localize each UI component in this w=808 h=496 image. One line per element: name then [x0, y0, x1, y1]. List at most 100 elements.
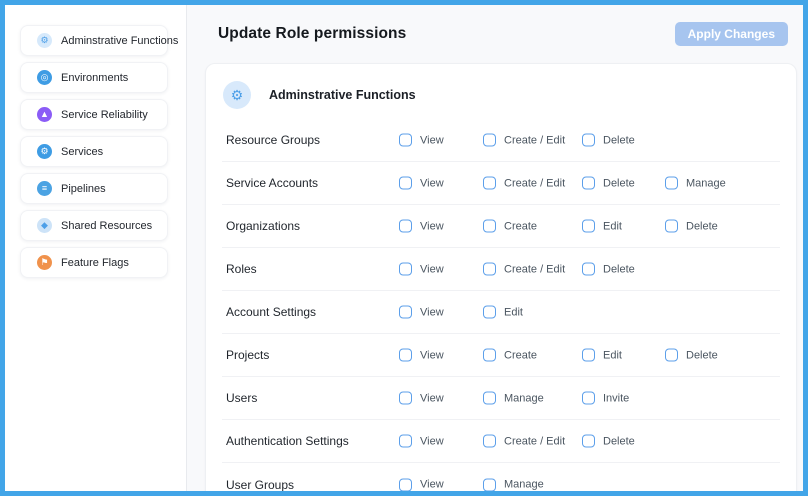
permission-option-projects-create[interactable]: Create [483, 349, 537, 362]
checkbox[interactable] [483, 478, 496, 491]
checkbox-label: Manage [686, 177, 726, 189]
sidebar-item-pipelines[interactable]: ≡Pipelines [20, 173, 168, 204]
permission-option-projects-edit[interactable]: Edit [582, 349, 622, 362]
diamond-icon: ◆ [37, 218, 52, 233]
permission-option-organizations-edit[interactable]: Edit [582, 220, 622, 233]
permission-rows: Resource GroupsViewCreate / EditDeleteSe… [222, 119, 780, 491]
checkbox-label: View [420, 306, 444, 318]
sidebar: ⚙Adminstrative Functions◎Environments▲Se… [5, 5, 187, 491]
checkbox[interactable] [399, 306, 412, 319]
globe-icon: ◎ [37, 70, 52, 85]
sidebar-item-adminstrative-functions[interactable]: ⚙Adminstrative Functions [20, 25, 168, 56]
checkbox[interactable] [483, 306, 496, 319]
checkbox[interactable] [483, 220, 496, 233]
checkbox[interactable] [665, 177, 678, 190]
sidebar-item-label: Shared Resources [61, 220, 152, 232]
permission-row-account-settings: Account SettingsViewEdit [222, 291, 780, 334]
permission-option-projects-view[interactable]: View [399, 349, 444, 362]
checkbox-label: Edit [603, 349, 622, 361]
permission-row-label: Service Accounts [226, 176, 318, 190]
permission-option-organizations-delete[interactable]: Delete [665, 220, 718, 233]
sidebar-item-feature-flags[interactable]: ⚑Feature Flags [20, 247, 168, 278]
checkbox[interactable] [399, 220, 412, 233]
checkbox[interactable] [399, 263, 412, 276]
checkbox-label: View [420, 435, 444, 447]
permission-option-authentication-settings-view[interactable]: View [399, 435, 444, 448]
permission-option-service-accounts-delete[interactable]: Delete [582, 177, 635, 190]
gear-icon: ⚙ [223, 81, 251, 109]
checkbox-label: Delete [603, 435, 635, 447]
permission-option-roles-create-edit[interactable]: Create / Edit [483, 263, 565, 276]
permission-option-organizations-view[interactable]: View [399, 220, 444, 233]
permission-row-service-accounts: Service Accounts View Create / Edit Delete M… [222, 162, 780, 205]
checkbox[interactable] [582, 435, 595, 448]
checkbox-label: Create / Edit [504, 435, 565, 447]
sidebar-item-label: Service Reliability [61, 109, 148, 121]
permission-option-service-accounts-create-edit[interactable]: Create / Edit [483, 177, 565, 190]
checkbox[interactable] [483, 177, 496, 190]
checkbox-label: View [420, 263, 444, 275]
checkbox-label: Create / Edit [504, 263, 565, 275]
sidebar-item-shared-resources[interactable]: ◆ Shared Resources [20, 210, 168, 241]
checkbox[interactable] [483, 435, 496, 448]
checkbox[interactable] [399, 392, 412, 405]
checkbox[interactable] [582, 134, 595, 147]
permission-option-users-invite[interactable]: Invite [582, 392, 629, 405]
shield-icon: ▲ [37, 107, 52, 122]
permission-option-user-groups-manage[interactable]: Manage [483, 478, 544, 491]
permission-row-label: Resource Groups [226, 133, 320, 147]
checkbox-label: Edit [603, 220, 622, 232]
checkbox[interactable] [483, 263, 496, 276]
permission-option-service-accounts-view[interactable]: View [399, 177, 444, 190]
checkbox[interactable] [399, 478, 412, 491]
checkbox-label: Delete [603, 263, 635, 275]
permission-option-account-settings-view[interactable]: View [399, 306, 444, 319]
sidebar-item-service-reliability[interactable]: ▲ Service Reliability [20, 99, 168, 130]
permission-option-authentication-settings-create-edit[interactable]: Create / Edit [483, 435, 565, 448]
main-panel: Update Role permissions Apply Changes ⚙ … [187, 5, 803, 491]
checkbox-label: Delete [603, 134, 635, 146]
checkbox[interactable] [483, 392, 496, 405]
permission-option-resource-groups-view[interactable]: View [399, 134, 444, 147]
permission-option-account-settings-edit[interactable]: Edit [483, 306, 523, 319]
checkbox[interactable] [665, 220, 678, 233]
checkbox[interactable] [582, 349, 595, 362]
permission-option-users-manage[interactable]: Manage [483, 392, 544, 405]
checkbox[interactable] [399, 134, 412, 147]
permissions-card: ⚙ Adminstrative Functions Resource Group… [205, 63, 797, 491]
permission-option-resource-groups-delete[interactable]: Delete [582, 134, 635, 147]
sidebar-item-environments[interactable]: ◎Environments [20, 62, 168, 93]
sidebar-item-label: Adminstrative Functions [61, 35, 178, 47]
gear-icon: ⚙ [37, 33, 52, 48]
permission-option-projects-delete[interactable]: Delete [665, 349, 718, 362]
checkbox-label: Create [504, 220, 537, 232]
permission-option-user-groups-view[interactable]: View [399, 478, 444, 491]
permission-option-roles-view[interactable]: View [399, 263, 444, 276]
permission-option-users-view[interactable]: View [399, 392, 444, 405]
sidebar-item-services[interactable]: ⚙Services [20, 136, 168, 167]
checkbox[interactable] [582, 263, 595, 276]
permission-option-service-accounts-manage[interactable]: Manage [665, 177, 726, 190]
checkbox[interactable] [399, 177, 412, 190]
pipeline-icon: ≡ [37, 181, 52, 196]
checkbox[interactable] [582, 392, 595, 405]
checkbox[interactable] [665, 349, 678, 362]
checkbox[interactable] [483, 349, 496, 362]
checkbox[interactable] [483, 134, 496, 147]
permission-row-resource-groups: Resource Groups View Create / Edit Delete [222, 119, 780, 162]
permission-option-resource-groups-create-edit[interactable]: Create / Edit [483, 134, 565, 147]
checkbox[interactable] [582, 177, 595, 190]
permission-row-label: User Groups [226, 478, 294, 492]
checkbox[interactable] [399, 435, 412, 448]
permission-option-authentication-settings-delete[interactable]: Delete [582, 435, 635, 448]
checkbox-label: Create [504, 349, 537, 361]
checkbox-label: View [420, 349, 444, 361]
checkbox[interactable] [582, 220, 595, 233]
apply-changes-button[interactable]: Apply Changes [675, 22, 788, 46]
permission-row-label: Roles [226, 262, 257, 276]
permission-row-roles: Roles View Create / Edit Delete [222, 248, 780, 291]
checkbox[interactable] [399, 349, 412, 362]
permission-option-organizations-create[interactable]: Create [483, 220, 537, 233]
permission-option-roles-delete[interactable]: Delete [582, 263, 635, 276]
permission-row-label: Projects [226, 348, 269, 362]
